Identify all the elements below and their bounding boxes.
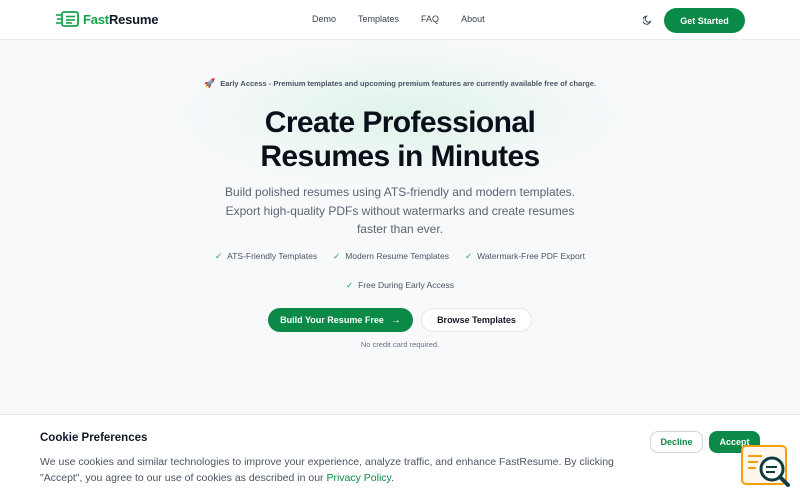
arrow-right-icon: → xyxy=(390,314,401,326)
feature-label: Watermark-Free PDF Export xyxy=(477,251,585,261)
feature-item: ✓ Free During Early Access xyxy=(346,280,454,291)
feature-label: ATS-Friendly Templates xyxy=(227,251,318,261)
resume-logo-icon xyxy=(56,11,79,27)
brand-logo[interactable]: FastResume xyxy=(56,9,159,29)
no-credit-card-note: No credit card required. xyxy=(360,340,440,349)
feature-label: Modern Resume Templates xyxy=(345,251,449,261)
build-resume-button[interactable]: Build Your Resume Free → xyxy=(268,308,413,332)
rocket-icon: 🚀 xyxy=(204,78,216,88)
theme-toggle-button[interactable] xyxy=(641,13,655,27)
help-widget-button[interactable] xyxy=(740,444,792,490)
cookie-text: We use cookies and similar technologies … xyxy=(40,454,630,486)
top-navbar: FastResume Demo Templates FAQ About Get … xyxy=(0,0,800,40)
nav-templates[interactable]: Templates xyxy=(358,14,399,24)
decline-button[interactable]: Decline xyxy=(650,431,703,453)
brand-name-resume: Resume xyxy=(108,11,159,27)
check-icon: ✓ xyxy=(345,280,354,290)
browse-templates-button[interactable]: Browse Templates xyxy=(421,308,532,332)
cookie-text-suffix: . xyxy=(391,472,394,484)
brand-name: FastResume xyxy=(83,11,159,27)
feature-list: ✓ ATS-Friendly Templates ✓ Modern Resume T… xyxy=(0,251,800,309)
feature-item: ✓ ATS-Friendly Templates xyxy=(215,251,317,262)
check-icon: ✓ xyxy=(215,251,223,261)
feature-item: ✓ Modern Resume Templates xyxy=(333,251,449,262)
brand-name-fast: Fast xyxy=(83,11,109,27)
moon-icon xyxy=(643,15,652,25)
hero-title: Create Professional Resumes in Minutes xyxy=(260,106,540,173)
chat-search-icon xyxy=(741,445,790,487)
get-started-button[interactable]: Get Started xyxy=(664,8,745,33)
feature-label: Free During Early Access xyxy=(358,280,455,290)
cookie-title: Cookie Preferences xyxy=(40,432,148,444)
check-icon: ✓ xyxy=(464,251,473,261)
hero-subtitle: Build polished resumes using ATS-friendl… xyxy=(225,185,575,236)
nav-faq[interactable]: FAQ xyxy=(421,14,439,24)
early-access-banner: 🚀 Early Access - Premium templates and up… xyxy=(0,78,800,89)
privacy-policy-link[interactable]: Privacy Policy xyxy=(326,472,391,484)
cookie-banner: Cookie Preferences We use cookies and si… xyxy=(0,414,800,500)
early-access-text: Early Access - Premium templates and upc… xyxy=(220,79,596,88)
nav-demo[interactable]: Demo xyxy=(312,14,336,24)
nav-about[interactable]: About xyxy=(461,14,485,24)
build-resume-label: Build Your Resume Free xyxy=(280,315,384,325)
feature-item: ✓ Watermark-Free PDF Export xyxy=(465,251,585,262)
main-nav: Demo Templates FAQ About xyxy=(312,14,507,24)
check-icon: ✓ xyxy=(333,251,341,261)
